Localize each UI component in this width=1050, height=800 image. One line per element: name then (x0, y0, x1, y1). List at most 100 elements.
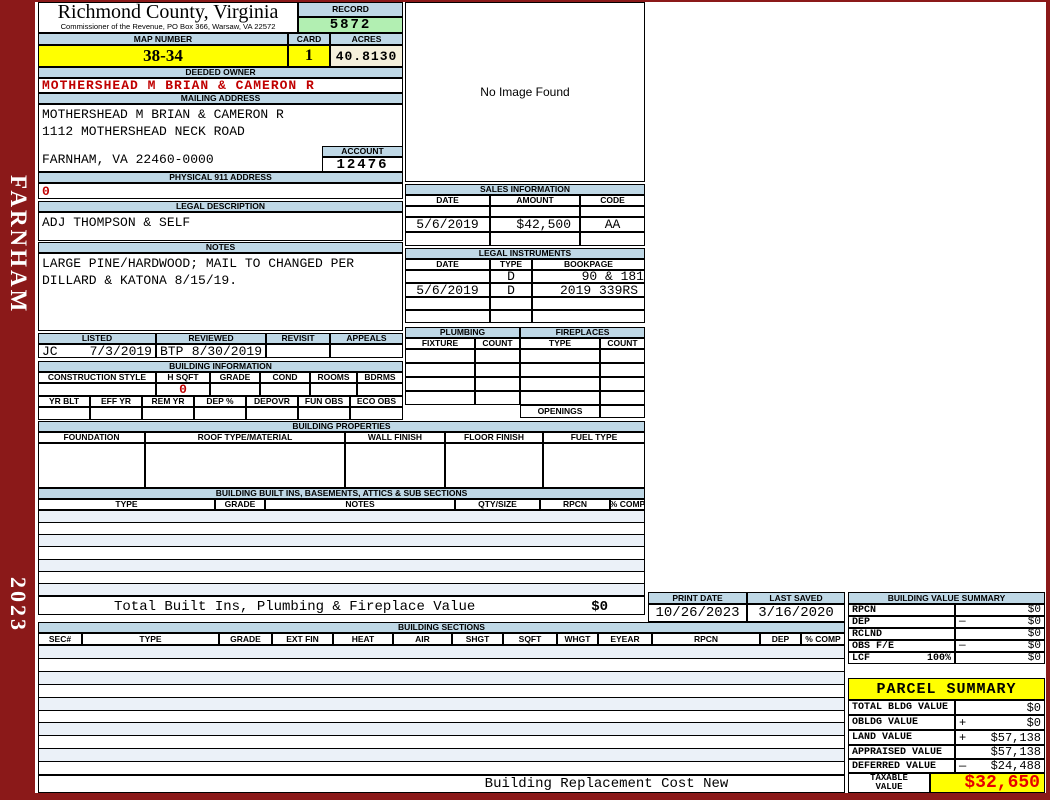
bvs-dep-label-cell: DEP (848, 616, 955, 628)
empty-row (39, 672, 844, 685)
mailing-address-header: MAILING ADDRESS (38, 93, 403, 104)
deeded-owner-value: MOTHERSHEAD M BRIAN & CAMERON R (38, 78, 403, 93)
print-date-header: PRINT DATE (648, 592, 747, 604)
bvs-rclnd-value-cell: $0 (955, 628, 1045, 640)
ps-row-op: + (959, 716, 966, 730)
wall-finish-value (345, 443, 445, 488)
fireplace-row-cell (600, 363, 645, 377)
built-ins-header: BUILDING BUILT INS, BASEMENTS, ATTICS & … (38, 488, 645, 499)
rem-yr-header: REM YR (142, 396, 194, 407)
built-ins-total-value: $0 (591, 599, 608, 615)
sales-row-cell (580, 232, 645, 246)
map-number-value: 38-34 (38, 45, 288, 67)
bi-comp-header: % COMP (610, 499, 645, 510)
sec-shgt-header: SHGT (452, 633, 503, 645)
bvs-obs-value-cell: — $0 (955, 640, 1045, 652)
building-value-summary-header: BUILDING VALUE SUMMARY (848, 592, 1045, 604)
li-type-value: D (490, 270, 532, 283)
ps-land-value-cell: + $57,138 (955, 730, 1045, 745)
bvs-dep-value-cell: — $0 (955, 616, 1045, 628)
wall-finish-header: WALL FINISH (345, 432, 445, 443)
empty-row (39, 584, 644, 595)
ps-total-bldg-label: TOTAL BLDG VALUE (848, 700, 955, 715)
bvs-obs-label-cell: OBS F/E (848, 640, 955, 652)
sales-row-cell (490, 206, 580, 217)
county-title: Richmond County, Virginia (39, 3, 297, 22)
listed-date: 7/3/2019 (90, 344, 152, 359)
building-information-header: BUILDING INFORMATION (38, 361, 403, 372)
ps-row-op: — (959, 759, 966, 773)
bvs-row-label: DEP (852, 617, 870, 628)
sec-type-header: TYPE (82, 633, 219, 645)
reviewed-value: BTP 8/30/2019 (156, 344, 266, 358)
li-row-cell (490, 297, 532, 310)
reviewed-by: BTP (160, 344, 183, 359)
fun-obs-value (298, 407, 350, 420)
empty-row (39, 749, 844, 762)
plumbing-row-cell (475, 349, 520, 363)
roof-type-value (145, 443, 345, 488)
bdrms-header: BDRMS (357, 372, 403, 383)
ps-row-value: $57,138 (991, 745, 1041, 759)
appeals-value (330, 344, 403, 358)
eco-obs-header: ECO OBS (350, 396, 403, 407)
empty-row (39, 547, 644, 559)
replacement-cost-label: Building Replacement Cost New (39, 776, 844, 793)
fireplace-row-cell (520, 349, 600, 363)
parcel-summary-title: PARCEL SUMMARY (876, 681, 1016, 698)
reviewed-date: 8/30/2019 (192, 344, 262, 359)
bvs-row-value: $0 (1028, 640, 1041, 652)
record-value: 5872 (298, 17, 403, 33)
bvs-row-value: $0 (1028, 604, 1041, 616)
bvs-row-value: $0 (1028, 616, 1041, 628)
sec-num-header: SEC# (38, 633, 82, 645)
empty-row (39, 523, 644, 535)
sales-row-cell (405, 232, 490, 246)
ps-row-value: $57,138 (991, 731, 1041, 745)
listed-header: LISTED (38, 333, 156, 344)
bi-rpcn-header: RPCN (540, 499, 610, 510)
sec-whgt-header: WHGT (557, 633, 598, 645)
year-spine-label: 2023 (5, 577, 31, 633)
sales-row-cell (580, 206, 645, 217)
fireplace-row-cell (600, 349, 645, 363)
fuel-type-value (543, 443, 645, 488)
empty-row (39, 685, 844, 698)
ps-row-value: $0 (1027, 716, 1041, 730)
sec-extfin-header: EXT FIN (272, 633, 333, 645)
depovr-value (246, 407, 298, 420)
sales-amount-value: $42,500 (490, 217, 580, 232)
sales-row-cell (405, 206, 490, 217)
bvs-row-value: $0 (1028, 628, 1041, 640)
sec-eyear-header: EYEAR (598, 633, 652, 645)
mailing-line-2: 1112 MOTHERSHEAD NECK ROAD (42, 124, 245, 139)
openings-value (600, 405, 645, 418)
physical-911-header: PHYSICAL 911 ADDRESS (38, 172, 403, 183)
ps-deferred-label: DEFERRED VALUE (848, 759, 955, 773)
ps-deferred-value-cell: — $24,488 (955, 759, 1045, 773)
building-sections-empty-rows (38, 645, 845, 775)
bvs-row-op: — (959, 640, 966, 652)
card-header: CARD (288, 33, 330, 45)
bvs-row-label: OBS F/E (852, 641, 894, 652)
built-ins-empty-rows (38, 510, 645, 596)
plumbing-header: PLUMBING (405, 327, 520, 338)
notes-box: LARGE PINE/HARDWOOD; MAIL TO CHANGED PER… (38, 253, 403, 331)
bi-type-header: TYPE (38, 499, 215, 510)
li-type-value: D (490, 283, 532, 297)
bvs-row-op: — (959, 616, 966, 628)
foundation-value (38, 443, 145, 488)
fireplace-row-cell (520, 391, 600, 405)
sec-comp-header: % COMP (801, 633, 845, 645)
li-row-cell (490, 310, 532, 323)
fireplace-row-cell (520, 377, 600, 391)
ps-appraised-label: APPRAISED VALUE (848, 745, 955, 759)
ps-row-value: $24,488 (991, 759, 1041, 773)
cond-header: COND (260, 372, 310, 383)
legal-description-value: ADJ THOMPSON & SELF (42, 215, 190, 230)
property-record-card: FARNHAM 2023 Richmond County, Virginia C… (0, 0, 1050, 800)
bvs-lcf-value-cell: $0 (955, 652, 1045, 664)
print-date-value: 10/26/2023 (648, 604, 747, 622)
rem-yr-value (142, 407, 194, 420)
roof-type-header: ROOF TYPE/MATERIAL (145, 432, 345, 443)
